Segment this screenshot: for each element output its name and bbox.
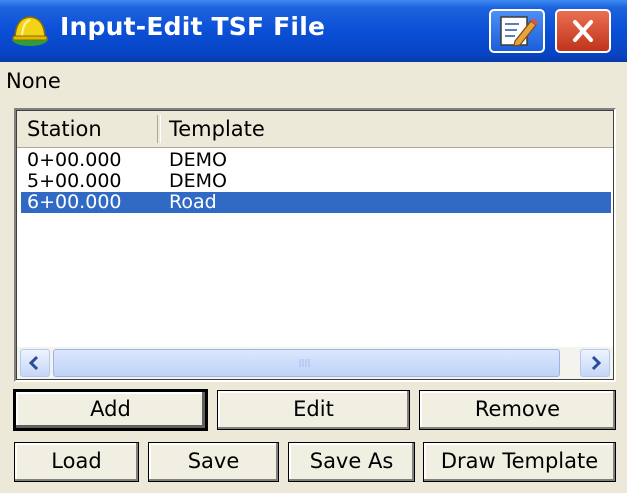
save-button[interactable]: Save xyxy=(148,442,279,482)
template-cell: DEMO xyxy=(169,149,227,171)
station-template-list[interactable]: Station Template 0+00.000 DEMO 5+00.000 … xyxy=(14,108,616,382)
table-row[interactable]: 5+00.000 DEMO xyxy=(21,171,611,192)
edit-file-button[interactable] xyxy=(489,9,545,53)
remove-button[interactable]: Remove xyxy=(419,390,616,430)
close-button[interactable] xyxy=(555,9,611,53)
edit-button[interactable]: Edit xyxy=(217,390,410,430)
station-cell: 0+00.000 xyxy=(27,149,122,171)
draw-template-button[interactable]: Draw Template xyxy=(423,442,616,482)
column-header-template[interactable]: Template xyxy=(159,111,613,147)
title-bar: Input-Edit TSF File xyxy=(0,0,627,62)
hardhat-icon xyxy=(12,16,48,46)
window-title: Input-Edit TSF File xyxy=(60,12,326,41)
scroll-right-button[interactable] xyxy=(580,349,610,377)
template-cell: DEMO xyxy=(169,170,227,192)
scroll-left-button[interactable] xyxy=(20,349,50,377)
scroll-thumb[interactable] xyxy=(53,349,560,377)
horizontal-scrollbar[interactable] xyxy=(17,347,613,379)
grip-icon xyxy=(299,359,310,367)
chevron-left-icon xyxy=(28,355,39,371)
add-button[interactable]: Add xyxy=(13,389,208,431)
close-icon xyxy=(573,20,593,42)
load-button[interactable]: Load xyxy=(14,442,139,482)
edit-icon xyxy=(500,16,538,47)
table-row-selected[interactable]: 6+00.000 Road xyxy=(21,192,611,213)
station-cell: 5+00.000 xyxy=(27,170,122,192)
column-header-station[interactable]: Station xyxy=(17,111,157,147)
template-cell: Road xyxy=(169,191,217,213)
station-cell: 6+00.000 xyxy=(27,191,122,213)
table-row[interactable]: 0+00.000 DEMO xyxy=(21,150,611,171)
save-as-button[interactable]: Save As xyxy=(288,442,415,482)
list-header: Station Template xyxy=(17,111,613,148)
current-file-label: None xyxy=(6,69,61,93)
chevron-right-icon xyxy=(591,355,602,371)
